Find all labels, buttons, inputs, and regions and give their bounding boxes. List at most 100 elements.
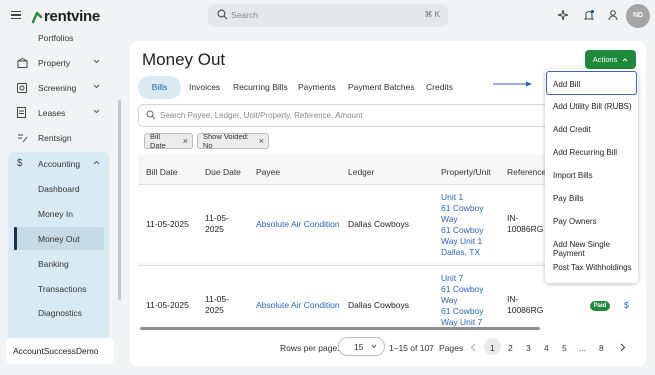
search-placeholder: Search xyxy=(231,10,258,20)
chevron-right-icon[interactable] xyxy=(620,343,626,352)
account-switcher[interactable]: AccountSuccessDemo xyxy=(6,338,114,364)
cell-bill-date: 11-05-2025 xyxy=(146,300,189,310)
sidebar-item-property[interactable]: Property xyxy=(8,52,108,73)
sidebar-sub-transactions[interactable]: Transactions xyxy=(38,284,86,294)
actions-label: Actions xyxy=(592,55,618,64)
cell-reference: IN- xyxy=(507,294,519,304)
rows-per-page-select[interactable]: 15 xyxy=(338,337,385,356)
table-horizontal-scrollbar[interactable] xyxy=(140,327,540,330)
sidebar-sub-diagnostics[interactable]: Diagnostics xyxy=(38,308,82,318)
menu-icon[interactable] xyxy=(11,11,21,19)
tab-payment-batches[interactable]: Payment Batches xyxy=(348,82,415,92)
close-icon[interactable]: × xyxy=(183,136,188,146)
column-header-ledger[interactable]: Ledger xyxy=(348,167,374,177)
page-8[interactable]: 8 xyxy=(599,343,604,353)
page-1[interactable]: 1 xyxy=(490,343,495,353)
cell-due-date: 11-05- xyxy=(205,213,229,223)
page-2[interactable]: 2 xyxy=(508,343,513,353)
cell-reference: 10086RG xyxy=(507,305,544,315)
cell-due-date: 11-05- xyxy=(205,294,229,304)
column-header-due-date[interactable]: Due Date xyxy=(205,167,241,177)
page-3[interactable]: 3 xyxy=(526,343,531,353)
menu-item-pay-bills[interactable]: Pay Bills xyxy=(553,194,584,203)
cell-ledger: Dallas Cowboys xyxy=(348,219,409,229)
column-header-bill-date[interactable]: Bill Date xyxy=(146,167,178,177)
chevron-up-icon xyxy=(93,160,100,165)
search-icon xyxy=(146,110,156,120)
tab-bills[interactable]: Bills xyxy=(138,76,181,99)
menu-item-add-bill[interactable]: Add Bill xyxy=(553,80,580,89)
cell-due-date: 2025 xyxy=(205,224,224,234)
menu-item-add-credit[interactable]: Add Credit xyxy=(553,125,591,134)
cell-property-link[interactable]: Unit 1 xyxy=(441,192,463,203)
chevron-left-icon[interactable] xyxy=(470,343,476,352)
chevron-down-icon xyxy=(93,109,100,114)
close-icon[interactable]: × xyxy=(259,136,264,146)
sidebar-item-leases[interactable]: Leases xyxy=(8,102,108,123)
tab-payments[interactable]: Payments xyxy=(298,82,336,92)
global-search[interactable]: Search ⌘ K xyxy=(208,4,448,27)
sidebar-item-label: Accounting xyxy=(38,158,81,169)
actions-button[interactable]: Actions xyxy=(585,50,636,69)
sidebar-item-accounting[interactable]: $ Accounting xyxy=(8,153,108,174)
cell-bill-date: 11-05-2025 xyxy=(146,219,189,229)
menu-item-add-utility-bill[interactable]: Add Utility Bill (RUBS) xyxy=(553,102,632,111)
cell-property-link[interactable]: Way Unit 1 xyxy=(441,236,482,247)
sidebar-item-label: Screening xyxy=(38,82,77,93)
cell-property-link[interactable]: Dallas, TX xyxy=(441,247,480,258)
chevron-down-icon xyxy=(371,344,377,349)
column-header-reference[interactable]: Reference xyxy=(507,167,546,177)
cell-payee-link[interactable]: Absolute Air Condition xyxy=(256,300,340,311)
menu-item-add-new-single-payment[interactable]: Add New Single Payment xyxy=(553,240,638,258)
sidebar-item-rentsign[interactable]: Rentsign xyxy=(8,127,108,148)
chevron-down-icon xyxy=(93,84,100,89)
avatar[interactable]: ND xyxy=(626,4,650,28)
tab-recurring-bills[interactable]: Recurring Bills xyxy=(233,82,288,92)
chevron-up-icon xyxy=(622,58,628,62)
cell-property-link[interactable]: 61 Cowboy xyxy=(441,203,484,214)
sidebar-sub-banking[interactable]: Banking xyxy=(38,259,69,269)
building-icon xyxy=(17,57,28,68)
cell-ledger: Dallas Cowboys xyxy=(348,300,409,310)
filter-chip-bill-date[interactable]: Bill Date × xyxy=(144,132,193,150)
cell-amount-link[interactable]: $ xyxy=(624,300,629,310)
menu-item-add-recurring-bill[interactable]: Add Recurring Bill xyxy=(553,148,617,157)
pages-label: Pages xyxy=(439,343,464,353)
tab-invoices[interactable]: Invoices xyxy=(189,82,220,92)
sparkle-icon[interactable] xyxy=(557,9,569,21)
sidebar-scrollbar[interactable] xyxy=(118,100,121,300)
sidebar-item-portfolios[interactable]: Portfolios xyxy=(8,33,108,48)
filter-chip-show-voided[interactable]: Show Voided: No × xyxy=(197,132,269,150)
sidebar-sub-money-in[interactable]: Money In xyxy=(38,209,73,219)
sidebar-item-label: Rentsign xyxy=(38,132,72,143)
column-header-payee[interactable]: Payee xyxy=(256,167,280,177)
bell-icon[interactable] xyxy=(583,9,595,22)
cell-property-link[interactable]: Unit 7 xyxy=(441,273,463,284)
app-logo[interactable]: rentvine xyxy=(31,8,100,25)
column-header-property-unit[interactable]: Property/Unit xyxy=(441,167,491,177)
chevron-down-icon xyxy=(93,59,100,64)
cell-property-link[interactable]: 61 Cowboy xyxy=(441,225,484,236)
cell-due-date: 2025 xyxy=(205,305,224,315)
search-shortcut: ⌘ K xyxy=(424,10,440,19)
sidebar-sub-dashboard[interactable]: Dashboard xyxy=(38,184,80,194)
cell-property-link[interactable]: 61 Cowboy xyxy=(441,284,484,295)
cell-payee-link[interactable]: Absolute Air Condition xyxy=(256,219,340,230)
page-4[interactable]: 4 xyxy=(544,343,549,353)
page-5[interactable]: 5 xyxy=(562,343,567,353)
menu-item-import-bills[interactable]: Import Bills xyxy=(553,171,593,180)
menu-item-post-tax-withholdings[interactable]: Post Tax Withholdings xyxy=(553,263,632,272)
sidebar-item-screening[interactable]: Screening xyxy=(8,77,108,98)
cell-property-link[interactable]: Way xyxy=(441,295,458,306)
page-title: Money Out xyxy=(142,50,226,69)
menu-item-pay-owners[interactable]: Pay Owners xyxy=(553,217,597,226)
chip-label: Bill Date xyxy=(150,132,166,150)
app-name: rentvine xyxy=(44,8,100,25)
sidebar-sub-money-out[interactable]: Money Out xyxy=(38,234,80,244)
tab-credits[interactable]: Credits xyxy=(426,82,453,92)
user-icon[interactable] xyxy=(607,9,619,21)
rows-per-page-label: Rows per page: xyxy=(280,343,340,353)
rows-per-page-value: 15 xyxy=(354,342,364,352)
cell-property-link[interactable]: 61 Cowboy xyxy=(441,306,484,317)
cell-property-link[interactable]: Way xyxy=(441,214,458,225)
